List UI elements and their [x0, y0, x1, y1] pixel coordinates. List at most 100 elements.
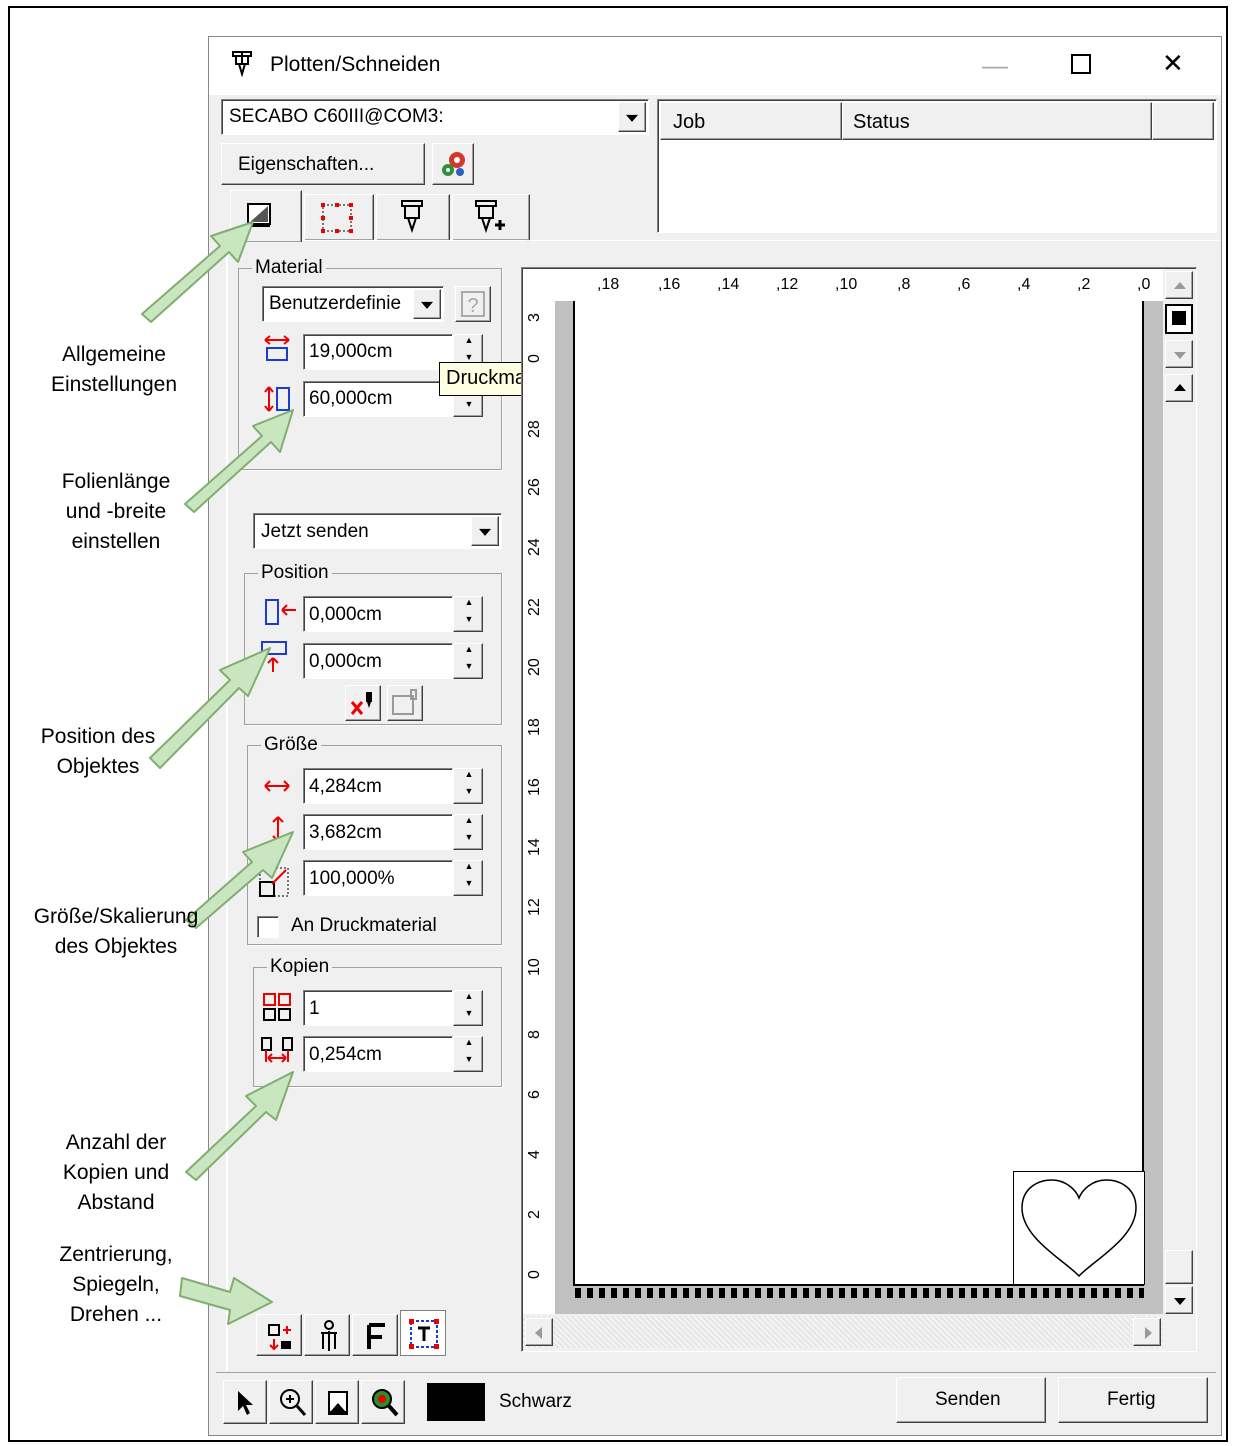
ruler-left-label: 0: [526, 1270, 543, 1279]
job-table[interactable]: Job Status: [657, 99, 1217, 233]
font-icon: [367, 1323, 385, 1349]
scroll-down-button[interactable]: [1165, 1286, 1193, 1314]
origin-position-icon: [392, 689, 417, 715]
sheet-feed-edge: [575, 1288, 1144, 1298]
tab-plotter-tool[interactable]: [376, 194, 450, 240]
tab-object-bounds[interactable]: [304, 194, 374, 240]
scroll-step-up-button[interactable]: [1165, 374, 1193, 402]
annotation-foil: Folienlänge und -breite einstellen: [30, 467, 202, 557]
minimize-button[interactable]: —: [982, 50, 1008, 81]
ruler-left-label: 20: [526, 658, 543, 676]
annotation-line: Allgemeine: [62, 343, 166, 366]
position-y-icon: [261, 641, 287, 672]
ruler-left-label: 16: [526, 778, 543, 796]
annotation-line: Position des: [40, 725, 156, 748]
material-help-button[interactable]: ?: [455, 286, 491, 322]
scroll-step-down-button[interactable]: [1165, 340, 1193, 368]
heart-object[interactable]: [1013, 1171, 1145, 1285]
zoom-tool-button[interactable]: [269, 1380, 313, 1424]
send-mode-select[interactable]: Jetzt senden: [253, 513, 502, 549]
tab-center[interactable]: [256, 1314, 302, 1356]
ruler-top-label: ,12: [776, 276, 799, 293]
size-height-stepper[interactable]: ▲ ▼: [453, 814, 483, 850]
position-x-stepper[interactable]: ▲ ▼: [453, 596, 483, 632]
annotation-line: Objektes: [56, 755, 140, 778]
ruler-left-label: 10: [526, 958, 543, 976]
fit-to-material-checkbox[interactable]: [257, 916, 279, 938]
position-x-value: 0,000cm: [309, 604, 382, 625]
select-tool-button[interactable]: [223, 1380, 267, 1424]
properties-button[interactable]: Eigenschaften...: [221, 143, 425, 185]
vertical-scrollbar[interactable]: [1163, 269, 1195, 1314]
ruler-left-label: 4: [526, 1150, 543, 1159]
material-sheet: [573, 301, 1144, 1286]
horizontal-scrollbar[interactable]: [523, 1316, 1163, 1348]
size-height-input[interactable]: 3,682cm: [303, 814, 453, 850]
origin-position-button[interactable]: [387, 685, 423, 721]
send-mode-value: Jetzt senden: [261, 521, 369, 542]
scale-stepper[interactable]: ▲ ▼: [453, 860, 483, 896]
copies-count-value: 1: [309, 998, 320, 1019]
device-select[interactable]: SECABO C60III@COM3:: [221, 99, 649, 135]
send-button-label: Senden: [935, 1389, 1001, 1410]
scroll-thumb[interactable]: [1165, 1250, 1193, 1284]
scroll-up-button[interactable]: [1165, 271, 1193, 299]
fit-page-button[interactable]: [315, 1380, 359, 1424]
tab-text-frame[interactable]: [400, 1310, 446, 1356]
chevron-down-icon[interactable]: [618, 102, 646, 132]
scale-input[interactable]: 100,000%: [303, 860, 453, 896]
tab-mirror[interactable]: [304, 1314, 350, 1356]
tab-general-settings[interactable]: [230, 190, 302, 242]
maximize-button[interactable]: [1071, 54, 1091, 74]
size-width-stepper[interactable]: ▲ ▼: [453, 768, 483, 804]
copies-spacing-icon: [261, 1037, 293, 1063]
fit-to-material-label: An Druckmaterial: [291, 915, 437, 936]
material-type-select[interactable]: Benutzerdefinie: [262, 286, 444, 322]
chevron-down-icon[interactable]: [471, 516, 499, 546]
scroll-left-button[interactable]: [525, 1318, 553, 1346]
material-width-input[interactable]: 19,000cm: [303, 334, 453, 370]
status-column-header[interactable]: Status: [842, 102, 1152, 140]
send-button[interactable]: Senden: [896, 1377, 1046, 1423]
empty-column-header: [1152, 102, 1214, 140]
copies-count-input[interactable]: 1: [303, 990, 453, 1026]
ruler-top-label: ,8: [897, 276, 911, 293]
properties-button-label: Eigenschaften...: [238, 154, 375, 175]
close-button[interactable]: ✕: [1162, 48, 1184, 79]
scroll-right-button[interactable]: [1133, 1318, 1161, 1346]
job-column-label: Job: [673, 111, 706, 133]
position-y-input[interactable]: 0,000cm: [303, 643, 453, 679]
copies-group-label: Kopien: [267, 956, 333, 978]
color-indicator[interactable]: [1165, 304, 1193, 334]
window-title: Plotten/Schneiden: [270, 53, 441, 76]
ruler-left-label: 24: [526, 538, 543, 556]
done-button[interactable]: Fertig: [1058, 1377, 1208, 1423]
tab-font[interactable]: [352, 1314, 398, 1356]
job-column-header[interactable]: Job: [660, 102, 842, 140]
copies-spacing-input[interactable]: 0,254cm: [303, 1036, 453, 1072]
settings-gears-button[interactable]: [432, 143, 474, 185]
scale-value: 100,000%: [309, 868, 395, 889]
material-length-input[interactable]: 60,000cm: [303, 381, 453, 417]
size-height-icon: [272, 816, 284, 842]
annotation-line: Abstand: [77, 1191, 155, 1214]
tab-plotter-tool-add[interactable]: [452, 194, 530, 240]
copies-count-icon: [263, 993, 291, 1021]
zoom-color-button[interactable]: [361, 1380, 405, 1424]
ruler-top-label: ,6: [957, 276, 971, 293]
material-type-value: Benutzerdefinie: [269, 293, 402, 314]
ruler-left-label: 0: [526, 354, 543, 363]
position-y-stepper[interactable]: ▲ ▼: [453, 643, 483, 679]
size-width-input[interactable]: 4,284cm: [303, 768, 453, 804]
position-x-input[interactable]: 0,000cm: [303, 596, 453, 632]
gears-icon: [442, 152, 465, 176]
chevron-down-icon[interactable]: [413, 289, 441, 319]
annotation-copies: Anzahl der Kopien und Abstand: [30, 1128, 202, 1218]
copies-count-stepper[interactable]: ▲ ▼: [453, 990, 483, 1026]
copies-spacing-stepper[interactable]: ▲ ▼: [453, 1036, 483, 1072]
reset-position-button[interactable]: [345, 685, 381, 721]
color-swatch[interactable]: [427, 1383, 485, 1421]
material-width-value: 19,000cm: [309, 341, 393, 362]
annotation-line: Einstellungen: [50, 373, 178, 396]
pointer-icon: [238, 1391, 253, 1415]
